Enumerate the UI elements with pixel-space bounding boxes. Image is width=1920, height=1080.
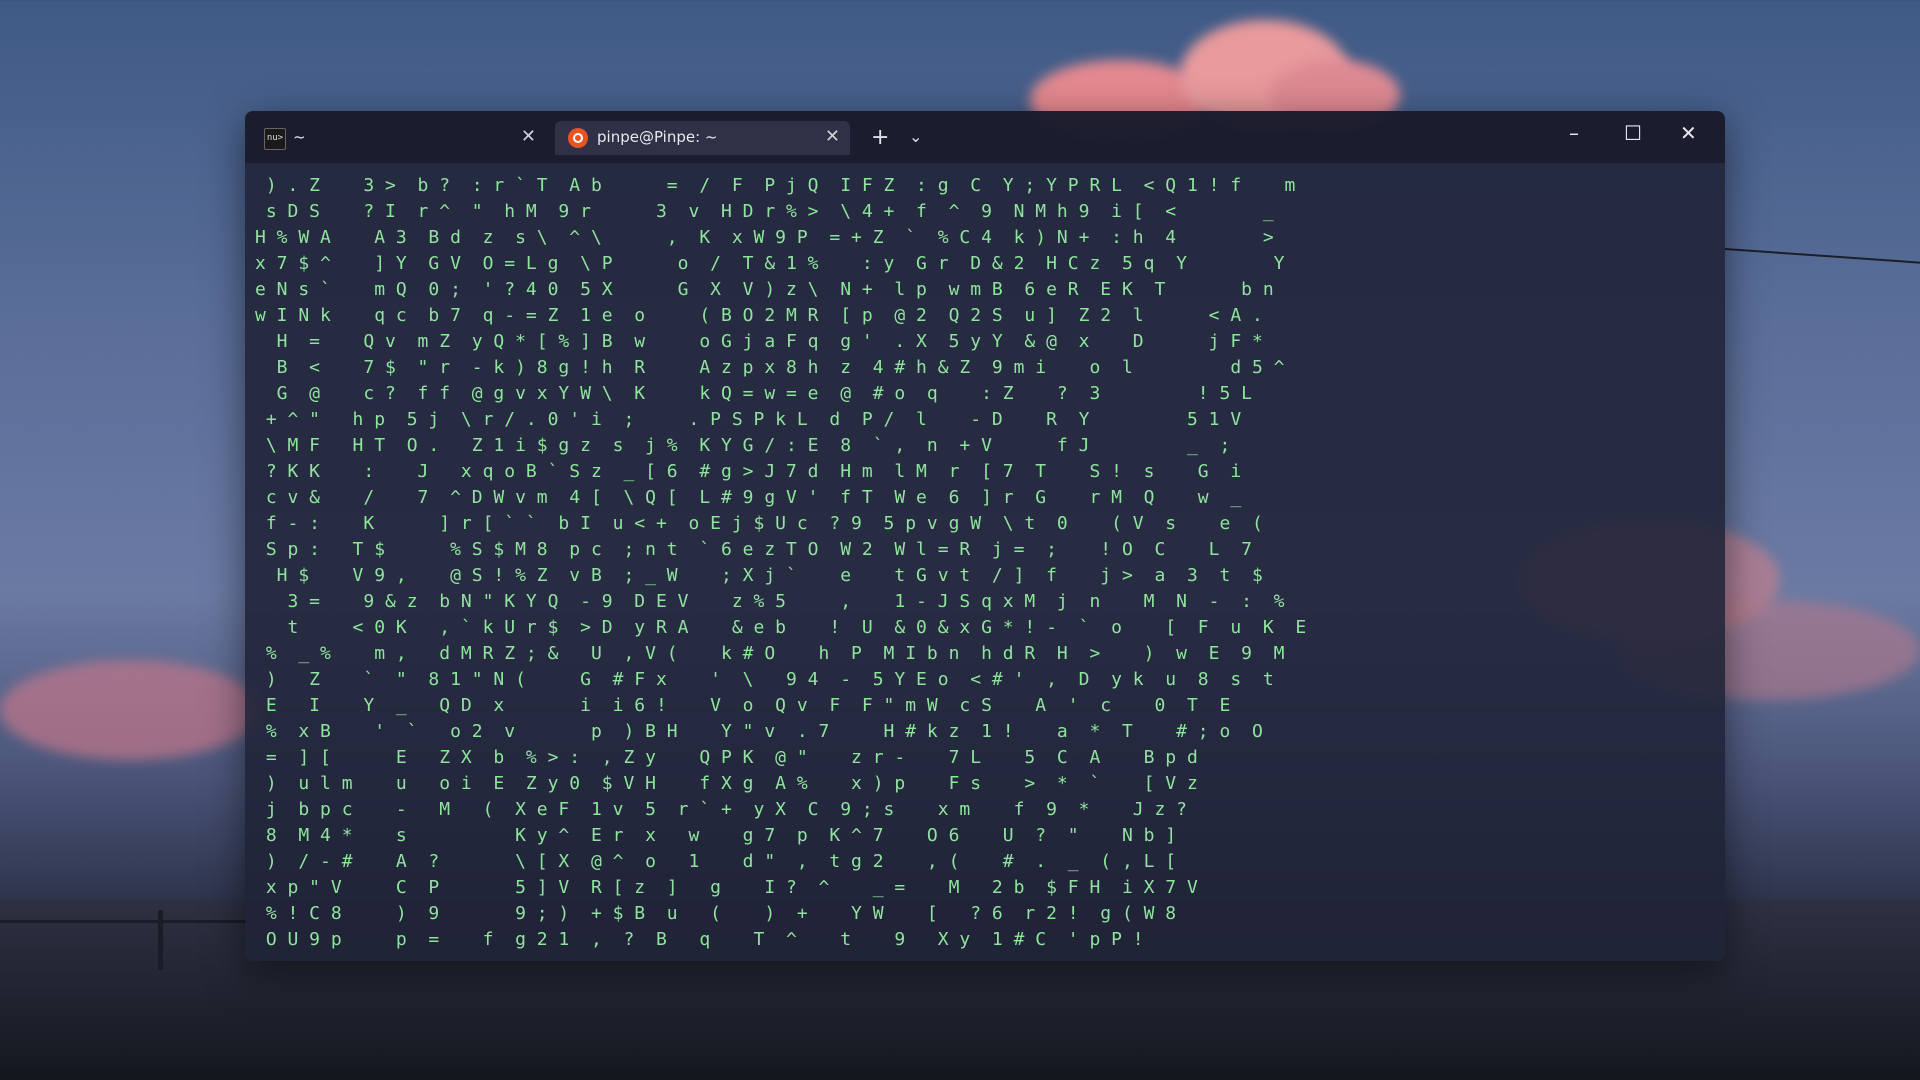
minimize-button[interactable]: – <box>1569 121 1579 145</box>
terminal-line: \ M F H T O . Z 1 i $ g z s j % K Y G / … <box>255 435 1231 456</box>
tab-label: pinpe@Pinpe: ~ <box>597 128 718 146</box>
cloud <box>0 660 260 760</box>
terminal-line: ) . Z 3 > b ? : r ` T A b = / F P j Q I … <box>255 175 1296 196</box>
terminal-output[interactable]: ) . Z 3 > b ? : r ` T A b = / F P j Q I … <box>245 163 1725 961</box>
nushell-icon: nu> <box>264 128 286 150</box>
terminal-line: S p : T $ % S $ M 8 p c ; n t ` 6 e z T … <box>255 539 1252 560</box>
ubuntu-icon <box>568 128 588 148</box>
terminal-line: t < 0 K , ` k U r $ > D y R A & e b ! U … <box>255 617 1307 638</box>
chevron-down-icon[interactable]: ⌄ <box>909 127 922 146</box>
new-tab-button[interactable]: + <box>871 125 889 150</box>
tab-ubuntu[interactable]: pinpe@Pinpe: ~ ✕ <box>555 121 850 155</box>
close-window-button[interactable]: ✕ <box>1680 121 1697 145</box>
terminal-line: H $ V 9 , @ S ! % Z v B ; _ W ; X j ` e … <box>255 565 1263 586</box>
terminal-line: % ! C 8 ) 9 9 ; ) + $ B u ( ) + Y W [ ? … <box>255 903 1177 924</box>
terminal-line: H = Q v m Z y Q * [ % ] B w o G j a F q … <box>255 331 1263 352</box>
terminal-line: x p " V C P 5 ] V R [ z ] g I ? ^ _ = M … <box>255 877 1198 898</box>
terminal-line: ) / - # A ? \ [ X @ ^ o 1 d " , t g 2 , … <box>255 851 1177 872</box>
fence-post <box>158 910 163 970</box>
terminal-line: c v & / 7 ^ D W v m 4 [ \ Q [ L # 9 g V … <box>255 487 1242 508</box>
tab-nushell[interactable]: nu> ~ ✕ <box>251 121 546 155</box>
terminal-line: H % W A A 3 B d z s \ ^ \ , K x W 9 P = … <box>255 227 1274 248</box>
close-icon[interactable]: ✕ <box>825 126 840 147</box>
fence-rail <box>0 920 250 923</box>
terminal-line: j b p c - M ( X e F 1 v 5 r ` + y X C 9 … <box>255 799 1187 820</box>
terminal-line: w I N k q c b 7 q - = Z 1 e o ( B O 2 M … <box>255 305 1263 326</box>
title-bar[interactable]: nu> ~ ✕ pinpe@Pinpe: ~ ✕ + ⌄ – ☐ ✕ <box>245 111 1725 163</box>
terminal-line: % x B ' ` o 2 v p ) B H Y " v . 7 H # k … <box>255 721 1263 742</box>
close-icon[interactable]: ✕ <box>521 126 536 147</box>
terminal-line: ) u l m u o i E Z y 0 $ V H f X g A % x … <box>255 773 1198 794</box>
terminal-line: x 7 $ ^ ] Y G V O = L g \ P o / T & 1 % … <box>255 253 1285 274</box>
terminal-line: + ^ " h p 5 j \ r / . 0 ' i ; . P S P k … <box>255 409 1242 430</box>
terminal-line: ) Z ` " 8 1 " N ( G # F x ' \ 9 4 - 5 Y … <box>255 669 1274 690</box>
terminal-line: s D S ? I r ^ " h M 9 r 3 v H D r % > \ … <box>255 201 1274 222</box>
terminal-line: % _ % m , d M R Z ; & U , V ( k # O h P … <box>255 643 1285 664</box>
terminal-line: E I Y _ Q D x i i 6 ! V o Q v F F " m W … <box>255 695 1231 716</box>
terminal-line: ? K K : J x q o B ` S z _ [ 6 # g > J 7 … <box>255 461 1242 482</box>
terminal-line: O U 9 p p = f g 2 1 , ? B q T ^ t 9 X y … <box>255 929 1144 950</box>
terminal-line: G @ c ? f f @ g v x Y W \ K k Q = w = e … <box>255 383 1252 404</box>
terminal-line: e N s ` m Q 0 ; ' ? 4 0 5 X G X V ) z \ … <box>255 279 1274 300</box>
terminal-line: f - : K ] r [ ` ` b I u < + o E j $ U c … <box>255 513 1263 534</box>
terminal-window: nu> ~ ✕ pinpe@Pinpe: ~ ✕ + ⌄ – ☐ ✕ ) . Z… <box>245 111 1725 961</box>
terminal-line: = ] [ E Z X b % > : , Z y Q P K @ " z r … <box>255 747 1198 768</box>
terminal-line: B < 7 $ " r - k ) 8 g ! h R A z p x 8 h … <box>255 357 1285 378</box>
terminal-line: 3 = 9 & z b N " K Y Q - 9 D E V z % 5 , … <box>255 591 1285 612</box>
maximize-button[interactable]: ☐ <box>1624 121 1642 145</box>
tab-label: ~ <box>293 128 306 146</box>
terminal-line: 8 M 4 * s K y ^ E r x w g 7 p K ^ 7 O 6 … <box>255 825 1177 846</box>
power-line <box>1724 248 1920 264</box>
